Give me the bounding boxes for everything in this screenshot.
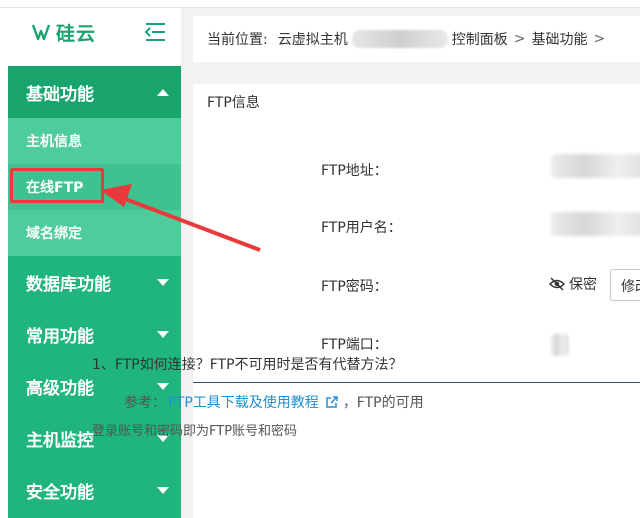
browser-top-strip (0, 0, 640, 8)
caret-down-icon (157, 486, 169, 494)
caret-down-icon (157, 330, 169, 338)
sidebar-group-label: 主机监控 (26, 430, 94, 451)
ftp-address-label: FTP地址： (321, 163, 388, 179)
breadcrumb: 当前位置: 云虚拟主机 控制面板 > 基础功能 > (193, 16, 640, 62)
section-divider (193, 382, 640, 383)
bottom-text: 登录账号和密码即为FTP账号和密码 (92, 424, 298, 439)
faq-question: 1、FTP如何连接？FTP不可用时是否有代替方法？ (92, 357, 403, 373)
breadcrumb-separator-icon: > (593, 31, 606, 47)
sidebar-group-security[interactable]: 安全功能 (8, 464, 181, 516)
caret-up-icon (157, 88, 169, 96)
brand-bar: 硅云 (8, 8, 181, 56)
brand-name: 硅云 (56, 22, 97, 45)
breadcrumb-item-basic: 基础功能 (531, 32, 588, 48)
reference-prefix: 参考： (124, 395, 166, 411)
ftp-user-value (551, 212, 640, 236)
caret-down-icon (157, 278, 169, 286)
ftp-password-label: FTP密码： (321, 279, 388, 295)
sidebar-item-host-info[interactable]: 主机信息 (8, 118, 181, 164)
edit-password-button[interactable]: 修改 (610, 269, 640, 301)
sidebar-group-basic[interactable]: 基础功能 (8, 66, 181, 118)
sidebar-item-domain-binding[interactable]: 域名绑定 (8, 210, 181, 256)
sidebar-group-label: 数据库功能 (26, 274, 111, 295)
external-link-icon[interactable] (325, 395, 339, 409)
breadcrumb-prefix: 当前位置: (207, 32, 268, 48)
ftp-tutorial-link[interactable]: FTP工具下载及使用教程 (168, 392, 319, 412)
ftp-password-value: 保密 (549, 274, 597, 294)
brand-logo-group[interactable]: 硅云 (30, 19, 96, 46)
sidebar-group-common[interactable]: 常用功能 (8, 308, 181, 360)
sidebar-nav: 基础功能 主机信息 在线FTP 域名绑定 数据库功能 常用功能 高级功能 主机监… (8, 66, 181, 518)
sidebar-group-label: 安全功能 (26, 482, 94, 503)
caret-down-icon (157, 382, 169, 390)
blurred-host-name (351, 30, 448, 48)
faq-reference: 参考： FTP工具下载及使用教程 ，FTP的可用 (124, 392, 424, 412)
panel-title: FTP信息 (207, 95, 260, 111)
ftp-user-label: FTP用户名： (321, 220, 402, 236)
logo-icon (31, 24, 51, 41)
ftp-port-label: FTP端口： (321, 337, 388, 353)
eye-hidden-icon[interactable] (549, 277, 565, 291)
ftp-info-panel: FTP信息 FTP地址： FTP用户名： FTP密码： 保密 修改 FTP端口： (193, 84, 640, 518)
password-masked-text: 保密 (569, 277, 597, 293)
highlight-box (10, 168, 104, 203)
sidebar-group-label: 基础功能 (26, 84, 94, 105)
sidebar-item-label: 主机信息 (26, 134, 82, 150)
breadcrumb-separator-icon: > (513, 31, 526, 47)
sidebar-item-label: 域名绑定 (26, 226, 82, 242)
ftp-address-value (551, 154, 640, 178)
sidebar-group-label: 高级功能 (26, 378, 94, 399)
breadcrumb-item-panel[interactable]: 控制面板 (452, 29, 508, 49)
sidebar-group-label: 常用功能 (26, 326, 94, 347)
breadcrumb-item-host[interactable]: 云虚拟主机 (278, 29, 348, 49)
sidebar-group-database[interactable]: 数据库功能 (8, 256, 181, 308)
reference-suffix: ，FTP的可用 (342, 395, 424, 411)
ftp-port-value (551, 334, 569, 356)
menu-collapse-icon[interactable] (143, 21, 167, 43)
